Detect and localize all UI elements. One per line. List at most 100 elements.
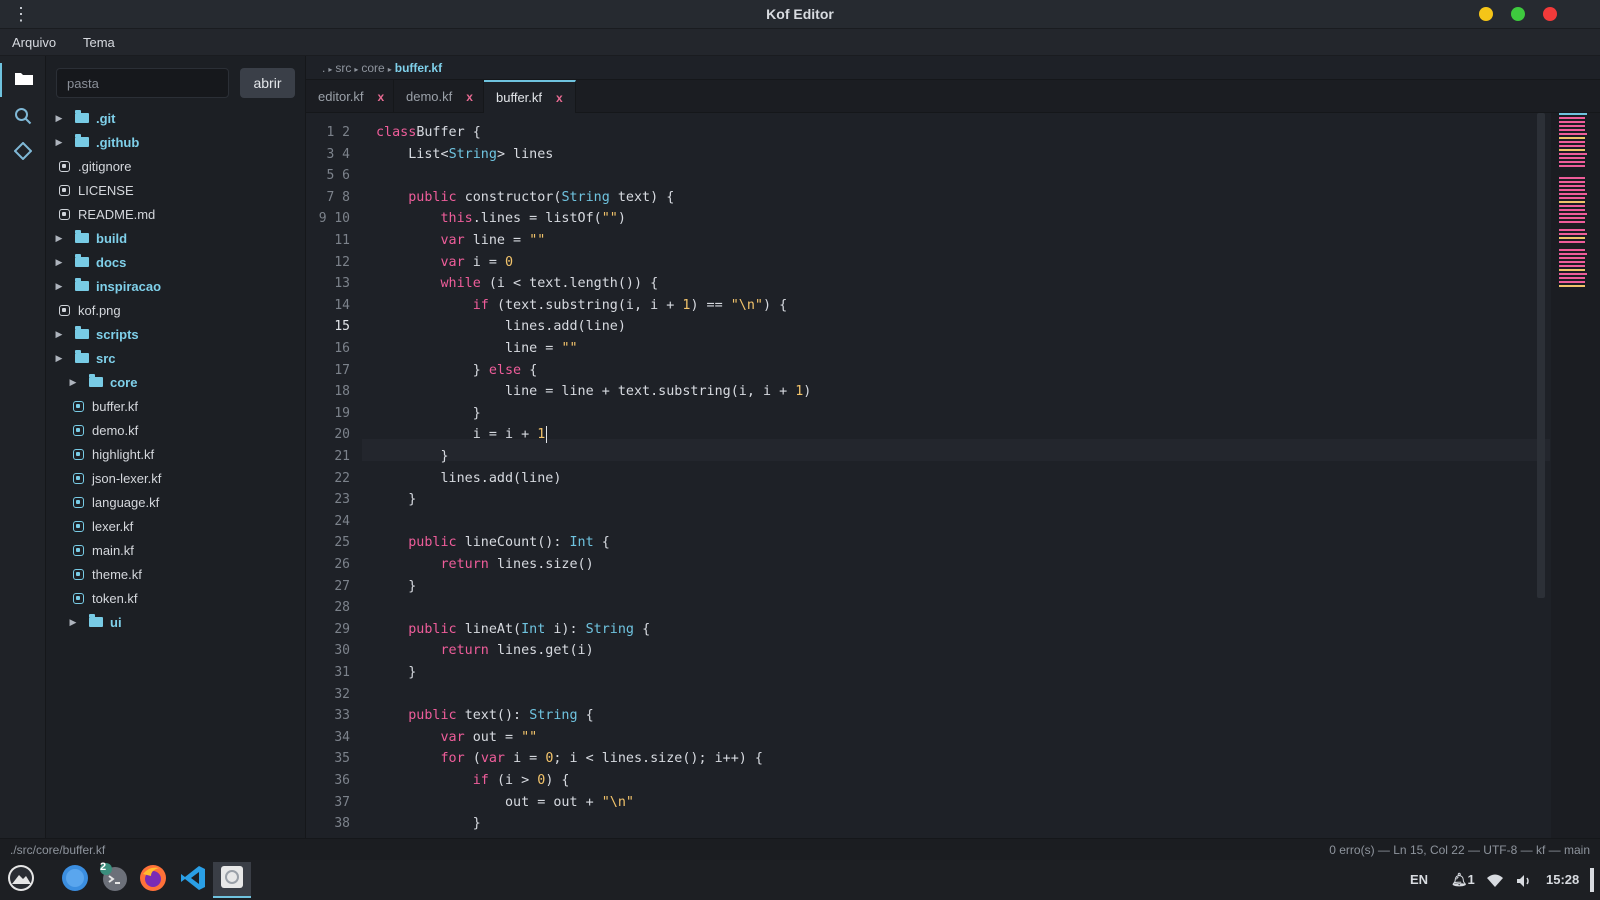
code-line[interactable]: for (var i = 0; i < lines.size(); i++) { — [376, 748, 763, 770]
breadcrumb-part[interactable]: src — [335, 61, 351, 75]
minimap[interactable] — [1551, 113, 1600, 838]
breadcrumb-separator-icon: ▸ — [387, 65, 392, 74]
tree-file-json-lexer-kf[interactable]: json-lexer.kf — [46, 467, 306, 489]
code-line[interactable]: var line = "" — [376, 230, 546, 252]
close-tab-icon[interactable]: x — [556, 91, 563, 105]
chevron-right-icon[interactable]: ▶ — [68, 617, 78, 628]
chevron-right-icon[interactable]: ▶ — [54, 113, 64, 124]
code-line[interactable]: i = i + 1 — [376, 424, 548, 446]
menu-arquivo[interactable]: Arquivo — [12, 29, 56, 56]
tree-file-gitignore[interactable]: .gitignore — [46, 155, 306, 177]
clock[interactable]: 15:28 — [1546, 860, 1579, 900]
code-line[interactable]: line = "" — [376, 338, 578, 360]
code-line[interactable]: } — [376, 489, 416, 511]
tree-file-language-kf[interactable]: language.kf — [46, 491, 306, 513]
breadcrumb-current[interactable]: buffer.kf — [395, 61, 442, 75]
code-line[interactable]: if (i > 0) { — [376, 770, 570, 792]
code-token: String — [448, 146, 497, 162]
code-line[interactable]: public lineAt(Int i): String { — [376, 619, 650, 641]
chevron-right-icon[interactable]: ▶ — [54, 257, 64, 268]
maximize-button[interactable] — [1511, 7, 1525, 21]
code-line[interactable]: } else { — [376, 360, 538, 382]
tree-file-main-kf[interactable]: main.kf — [46, 539, 306, 561]
tree-folder-build[interactable]: ▶ build — [46, 227, 306, 249]
tree-file-buffer-kf[interactable]: buffer.kf — [46, 395, 306, 417]
git-button[interactable] — [0, 136, 46, 170]
code-area[interactable]: classBuffer { List<String> lines public … — [376, 113, 1536, 838]
tree-file-readme-md[interactable]: README.md — [46, 203, 306, 225]
code-line[interactable]: if (text.substring(i, i + 1) == "\n") { — [376, 295, 787, 317]
menu-tema[interactable]: Tema — [83, 29, 115, 56]
tree-file-theme-kf[interactable]: theme.kf — [46, 563, 306, 585]
code-line[interactable]: return lines.size() — [376, 554, 594, 576]
code-line[interactable]: } — [376, 446, 448, 468]
explorer-button[interactable] — [0, 63, 46, 97]
code-line[interactable]: classBuffer { — [376, 122, 481, 144]
keyboard-layout[interactable]: EN — [1410, 860, 1428, 900]
code-line[interactable]: } — [376, 576, 416, 598]
tree-folder-github[interactable]: ▶ .github — [46, 131, 306, 153]
launcher-button[interactable] — [2, 862, 40, 898]
code-line[interactable]: public lineCount(): Int { — [376, 532, 610, 554]
chevron-right-icon[interactable]: ▶ — [68, 377, 78, 388]
tree-file-highlight-kf[interactable]: highlight.kf — [46, 443, 306, 465]
tree-file-kof-png[interactable]: kof.png — [46, 299, 306, 321]
wifi-icon[interactable] — [1487, 860, 1503, 900]
tree-file-demo-kf[interactable]: demo.kf — [46, 419, 306, 441]
open-button[interactable]: abrir — [240, 68, 295, 98]
breadcrumb-part[interactable]: . — [322, 61, 325, 75]
tree-folder-docs[interactable]: ▶ docs — [46, 251, 306, 273]
code-line[interactable]: lines.add(line) — [376, 468, 561, 490]
code-line[interactable]: } — [376, 813, 481, 835]
chevron-right-icon[interactable]: ▶ — [54, 233, 64, 244]
kof-editor-button[interactable] — [213, 862, 251, 898]
vscode-button[interactable] — [174, 862, 212, 898]
code-line[interactable]: List<String> lines — [376, 144, 553, 166]
search-button[interactable] — [0, 101, 46, 135]
tree-file-license[interactable]: LICENSE — [46, 179, 306, 201]
folder-input[interactable] — [56, 68, 229, 98]
tree-file-token-kf[interactable]: token.kf — [46, 587, 306, 609]
tree-item-label: ui — [110, 614, 122, 630]
tab-editor-kf[interactable]: editor.kf x — [306, 80, 394, 113]
tree-folder-git[interactable]: ▶ .git — [46, 107, 306, 129]
close-button[interactable] — [1543, 7, 1557, 21]
notifications[interactable]: 🔔︎1 — [1451, 860, 1475, 900]
code-line[interactable]: this.lines = listOf("") — [376, 208, 626, 230]
code-line[interactable]: lines.add(line) — [376, 316, 626, 338]
minimize-button[interactable] — [1479, 7, 1493, 21]
terminal-button[interactable]: 2 — [95, 861, 133, 898]
vertical-scrollbar[interactable] — [1537, 113, 1545, 598]
tree-folder-src[interactable]: ▶ src — [46, 347, 306, 369]
code-line[interactable]: line = line + text.substring(i, i + 1) — [376, 381, 811, 403]
code-editor[interactable]: 1 2 3 4 5 6 7 8 9 10 11 12 13 14 15 16 17 18 19 20 21 22… — [306, 113, 1600, 838]
files-button[interactable] — [56, 862, 94, 898]
volume-icon[interactable] — [1516, 860, 1532, 900]
code-line[interactable]: public text(): String { — [376, 705, 593, 727]
code-line[interactable]: return lines.get(i) — [376, 640, 594, 662]
tree-folder-scripts[interactable]: ▶ scripts — [46, 323, 306, 345]
code-line[interactable]: public constructor(String text) { — [376, 187, 674, 209]
tree-folder-inspiracao[interactable]: ▶ inspiracao — [46, 275, 306, 297]
code-line[interactable]: } — [376, 403, 481, 425]
breadcrumb-part[interactable]: core — [361, 61, 384, 75]
chevron-right-icon[interactable]: ▶ — [54, 329, 64, 340]
tab-buffer-kf[interactable]: buffer.kf x — [484, 80, 576, 113]
chevron-right-icon[interactable]: ▶ — [54, 353, 64, 364]
tree-folder-core[interactable]: ▶ core — [46, 371, 306, 393]
code-line[interactable]: var i = 0 — [376, 252, 514, 274]
tree-folder-ui[interactable]: ▶ ui — [46, 611, 306, 633]
code-line[interactable]: var out = "" — [376, 727, 538, 749]
code-line[interactable]: while (i < text.length()) { — [376, 273, 659, 295]
close-tab-icon[interactable]: x — [466, 90, 473, 104]
chevron-right-icon[interactable]: ▶ — [54, 137, 64, 148]
tree-file-lexer-kf[interactable]: lexer.kf — [46, 515, 306, 537]
code-line[interactable]: out = out + "\n" — [376, 792, 634, 814]
firefox-button[interactable] — [134, 862, 172, 898]
close-tab-icon[interactable]: x — [378, 90, 385, 104]
tab-demo-kf[interactable]: demo.kf x — [394, 80, 484, 113]
show-desktop-button[interactable] — [1590, 868, 1594, 892]
code-line[interactable]: } — [376, 662, 416, 684]
chevron-right-icon[interactable]: ▶ — [54, 281, 64, 292]
